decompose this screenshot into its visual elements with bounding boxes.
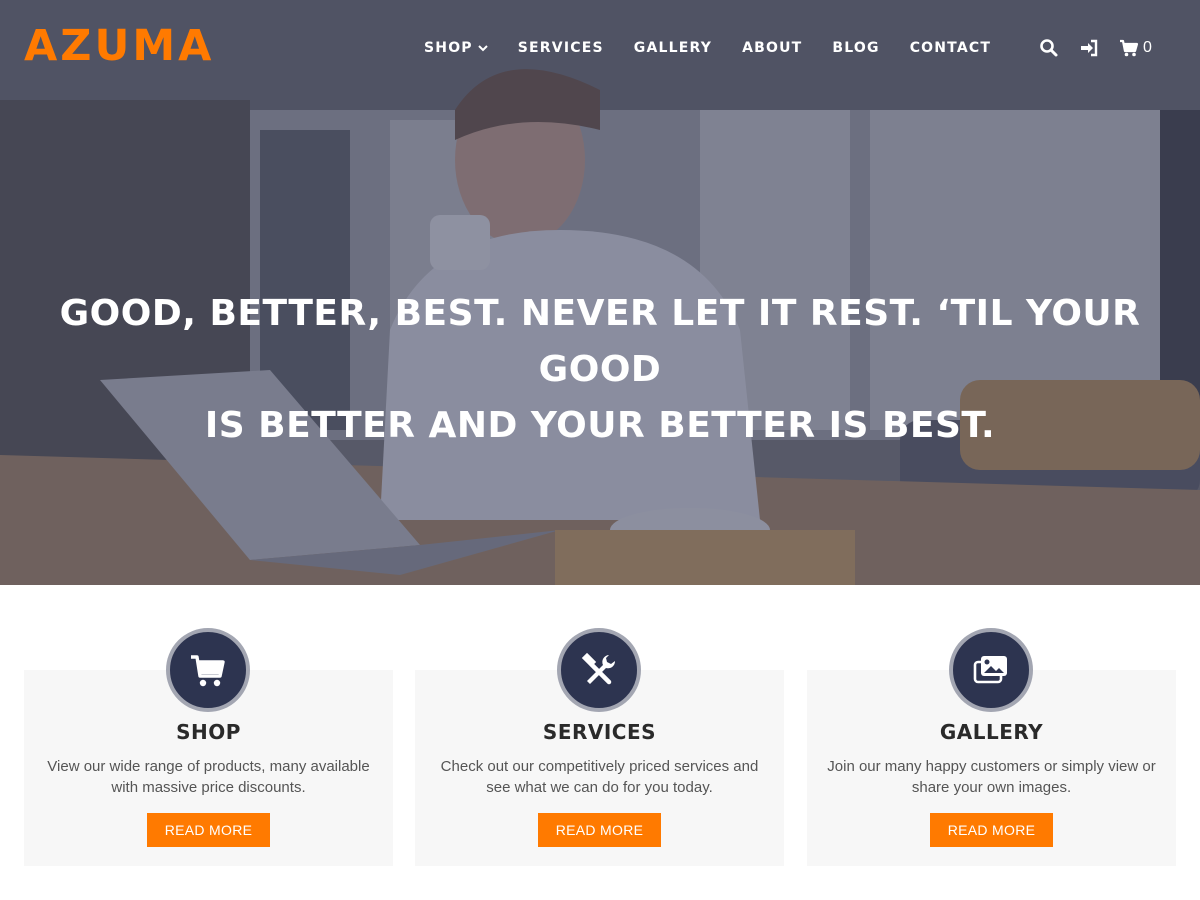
nav-item-blog[interactable]: BLOG (832, 40, 879, 56)
feature-card-services: SERVICES Check out our competitively pri… (415, 628, 784, 866)
tools-icon (581, 652, 616, 685)
hero-headline: GOOD, BETTER, BEST. NEVER LET IT REST. ‘… (40, 286, 1160, 454)
feature-card-gallery: GALLERY Join our many happy customers or… (807, 628, 1176, 866)
nav-item-shop[interactable]: SHOP (424, 40, 488, 56)
feature-description: View our wide range of products, many av… (47, 758, 370, 796)
images-icon (973, 656, 1007, 684)
sign-in-icon[interactable] (1079, 38, 1099, 58)
feature-title: SERVICES (542, 720, 657, 744)
main-nav: SHOP SERVICES GALLERY ABOUT BLOG CONTACT (424, 37, 1021, 59)
nav-item-about[interactable]: ABOUT (742, 40, 802, 56)
feature-title: SHOP (176, 720, 241, 744)
nav-item-services[interactable]: SERVICES (518, 40, 604, 56)
read-more-button[interactable]: READ MORE (538, 813, 661, 847)
cart-icon (1120, 39, 1139, 57)
feature-description: Check out our competitively priced servi… (440, 758, 759, 796)
feature-badge (557, 628, 641, 712)
feature-title: GALLERY (939, 720, 1044, 744)
read-more-button[interactable]: READ MORE (147, 813, 270, 847)
header-actions: 0 (1039, 37, 1152, 59)
hero-headline-line-1: GOOD, BETTER, BEST. NEVER LET IT REST. ‘… (59, 293, 1141, 390)
shopping-cart-icon (191, 655, 225, 687)
feature-description: Join our many happy customers or simply … (827, 758, 1156, 796)
chevron-down-icon (478, 45, 488, 52)
search-icon[interactable] (1039, 38, 1059, 58)
cart-count: 0 (1143, 39, 1152, 56)
nav-item-gallery[interactable]: GALLERY (634, 40, 712, 56)
cart-button[interactable]: 0 (1119, 38, 1152, 58)
nav-item-label: SHOP (424, 40, 473, 56)
feature-card-shop: SHOP View our wide range of products, ma… (24, 628, 393, 866)
feature-badge (949, 628, 1033, 712)
feature-badge (166, 628, 250, 712)
hero-banner: AZUMA SHOP SERVICES GALLERY ABOUT BLOG C… (0, 0, 1200, 585)
site-logo[interactable]: AZUMA (24, 21, 214, 71)
hero-headline-line-2: IS BETTER AND YOUR BETTER IS BEST. (204, 405, 996, 446)
nav-item-contact[interactable]: CONTACT (910, 40, 991, 56)
read-more-button[interactable]: READ MORE (930, 813, 1053, 847)
